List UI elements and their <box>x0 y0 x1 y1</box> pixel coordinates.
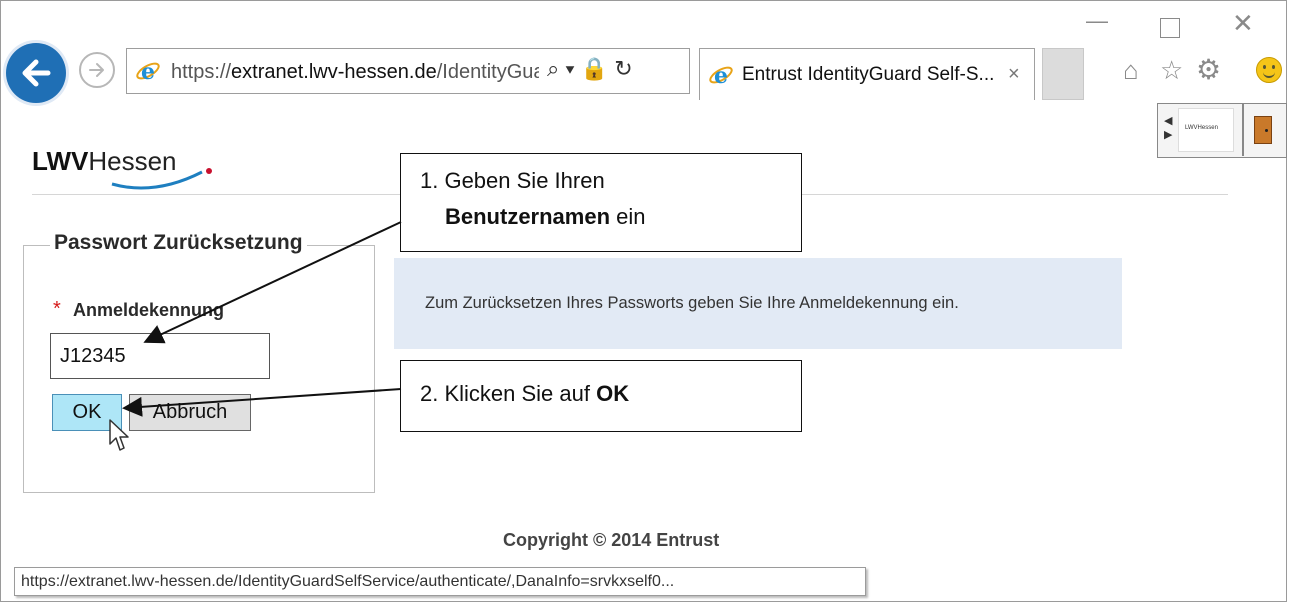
callout-arrows <box>122 221 402 417</box>
arrow-to-username <box>143 221 402 344</box>
copyright-text: Copyright © 2014 Entrust <box>503 530 720 550</box>
status-bar-tooltip: https://extranet.lwv-hessen.de/IdentityG… <box>14 567 866 596</box>
arrow-to-ok <box>122 388 402 417</box>
status-url: https://extranet.lwv-hessen.de/IdentityG… <box>21 573 675 590</box>
